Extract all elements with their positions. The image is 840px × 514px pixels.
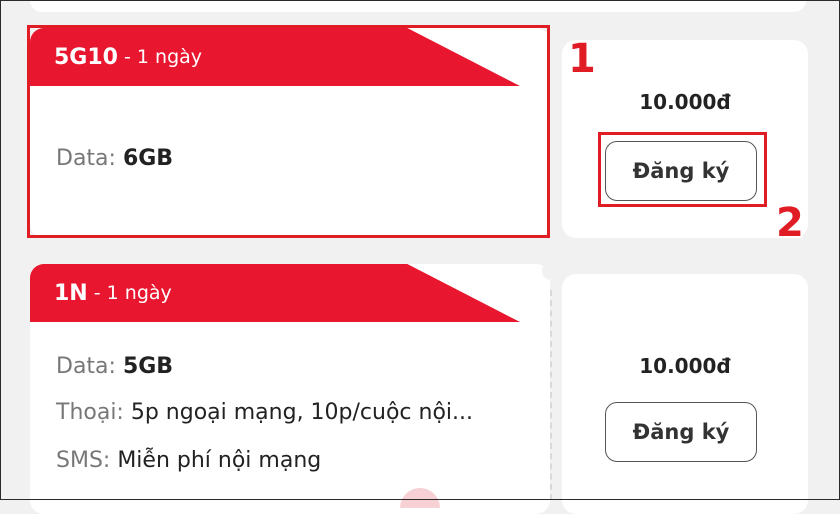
package-price-panel-5g10: 10.000đ Đăng ký [562,40,808,238]
package-ribbon: 5G10 - 1 ngày [30,28,520,86]
data-value: 6GB [122,146,174,171]
package-voice-row: Thoại: 5p ngoại mạng, 10p/cuộc nội... [56,400,473,425]
voice-value: 5p ngoại mạng, 10p/cuộc nội... [130,400,474,425]
card-divider [550,290,552,500]
package-card-1n[interactable]: 1N - 1 ngày Data: 5GB Thoại: 5p ngoại mạ… [30,264,550,514]
package-duration: - 1 ngày [87,282,172,304]
package-duration: - 1 ngày [117,46,203,68]
annotation-number-1: 1 [568,36,596,82]
annotation-number-2: 2 [776,200,804,246]
package-price: 10.000đ [639,90,731,114]
package-ribbon: 1N - 1 ngày [30,264,520,322]
data-label: Data: [56,146,123,171]
previous-card-edge [30,0,806,12]
package-data-row: Data: 5GB [56,354,173,379]
package-price-panel-1n: 10.000đ Đăng ký [562,274,808,514]
sms-value: Miễn phí nội mạng [117,448,322,473]
register-button-5g10[interactable]: Đăng ký [605,141,757,201]
sms-label: SMS: [56,448,118,473]
card-notch [542,262,560,280]
package-card-5g10[interactable]: 5G10 - 1 ngày Data: 6GB [30,28,550,238]
data-label: Data: [56,354,123,379]
register-button-1n[interactable]: Đăng ký [605,402,757,462]
package-code: 1N [54,280,88,306]
voice-label: Thoại: [56,400,131,425]
package-price: 10.000đ [639,354,731,378]
package-data-row: Data: 6GB [56,146,173,171]
package-code: 5G10 [54,44,118,70]
data-value: 5GB [122,354,174,379]
package-sms-row: SMS: Miễn phí nội mạng [56,448,321,473]
